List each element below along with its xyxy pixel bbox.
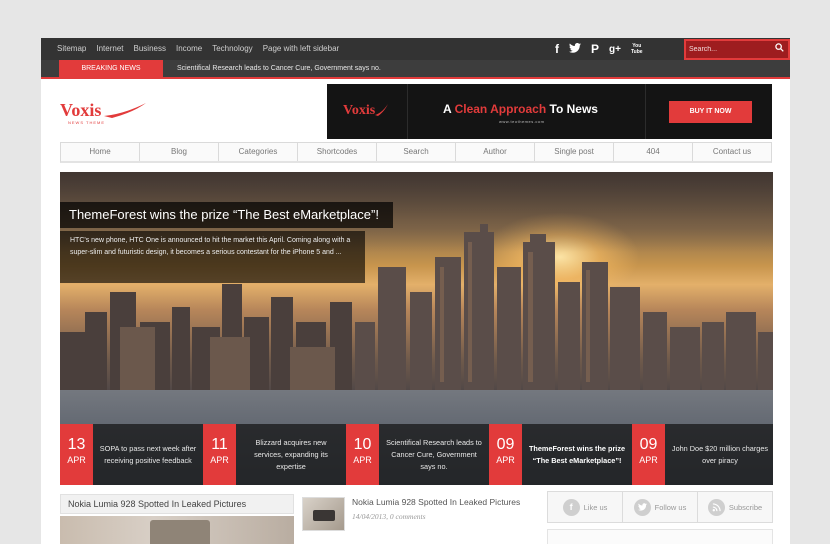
date-month: APR [210,455,229,465]
like-us-label: Like us [583,502,608,512]
strip-item-title[interactable]: SOPA to pass next week after receiving p… [98,424,198,485]
top-nav: Sitemap Internet Business Income Technol… [57,38,349,60]
social-links: f P g+ You Tube [555,38,653,60]
logo-text: Voxis [60,100,102,120]
date-badge: 09 APR [489,424,522,485]
date-day: 09 [496,436,515,453]
subscribe-button[interactable]: Subscribe [698,492,772,522]
search-icon[interactable] [775,43,784,54]
date-day: 11 [211,436,228,453]
top-bar: Sitemap Internet Business Income Technol… [41,38,790,60]
nav-author[interactable]: Author [456,143,535,161]
top-nav-internet[interactable]: Internet [96,38,123,60]
date-day: 13 [67,436,86,453]
ad-logo-swoosh-icon [375,104,388,116]
date-badge: 13 APR [60,424,93,485]
ad-logo: Voxis [343,103,376,118]
ad-divider-2 [645,84,646,139]
follow-us-button[interactable]: Follow us [623,492,698,522]
strip-item-title[interactable]: Scientifical Research leads to Cancer Cu… [384,424,484,485]
sidebar-widget [547,529,773,544]
strip-item-title[interactable]: John Doe $20 million charges over piracy [670,424,770,485]
nav-home[interactable]: Home [61,143,140,161]
youtube-icon[interactable]: You Tube [631,43,643,55]
ad-banner[interactable]: Voxis A Clean Approach To News www.teoth… [327,84,772,139]
twitter-icon [633,498,651,516]
like-us-button[interactable]: f Like us [548,492,623,522]
nav-404[interactable]: 404 [614,143,693,161]
date-month: APR [496,455,515,465]
ad-headline-news: To News [549,102,598,116]
ad-headline-clean: Clean Approach [454,102,547,116]
date-month: APR [67,455,86,465]
strip-item[interactable]: 11 APR Blizzard acquires new services, e… [203,424,346,485]
pinterest-icon[interactable]: P [591,42,599,56]
date-month: APR [353,455,372,465]
top-nav-technology[interactable]: Technology [212,38,252,60]
breaking-news-bar: BREAKING NEWS Scientifical Research lead… [41,60,790,79]
post-meta: 14/04/2013, 0 comments [352,512,426,521]
strip-item[interactable]: 10 APR Scientifical Research leads to Ca… [346,424,489,485]
featured-post: Nokia Lumia 928 Spotted In Leaked Pictur… [60,494,294,544]
camera-image [313,510,335,521]
logo-subtitle: NEWS THEME [68,120,106,125]
top-nav-sitemap[interactable]: Sitemap [57,38,86,60]
date-day: 09 [639,436,658,453]
date-badge: 09 APR [632,424,665,485]
strip-item-active[interactable]: 09 APR ThemeForest wins the prize “The B… [489,424,632,485]
nav-single-post[interactable]: Single post [535,143,614,161]
strip-item[interactable]: 09 APR John Doe $20 million charges over… [632,424,773,485]
breaking-news-label: BREAKING NEWS [59,60,163,77]
featured-post-image-object [150,520,210,544]
buy-it-now-button[interactable]: BUY IT NOW [669,101,752,123]
twitter-icon[interactable] [569,42,581,56]
featured-post-image[interactable] [60,516,294,544]
logo-swoosh-icon [104,103,146,118]
breaking-news-text[interactable]: Scientifical Research leads to Cancer Cu… [177,60,381,77]
strip-item-title[interactable]: ThemeForest wins the prize “The Best eMa… [527,424,627,485]
search-input[interactable] [689,43,767,56]
ad-divider [407,84,408,139]
site-logo[interactable]: Voxis NEWS THEME [60,100,146,128]
date-badge: 11 APR [203,424,236,485]
search-box [684,39,790,60]
ad-headline: A Clean Approach To News [443,102,598,116]
subscribe-label: Subscribe [728,502,763,512]
facebook-icon: f [562,498,580,516]
date-day: 10 [353,436,372,453]
date-badge: 10 APR [346,424,379,485]
youtube-icon-text-2: Tube [630,49,643,55]
post-thumbnail[interactable] [302,497,345,531]
nav-blog[interactable]: Blog [140,143,219,161]
rss-icon [707,498,725,516]
main-nav: Home Blog Categories Shortcodes Search A… [60,142,772,163]
news-strip: 13 APR SOPA to pass next week after rece… [60,424,773,485]
facebook-icon[interactable]: f [555,42,559,56]
ad-url: www.teothemes.com [499,119,545,124]
nav-categories[interactable]: Categories [219,143,298,161]
strip-item-title[interactable]: Blizzard acquires new services, expandin… [241,424,341,485]
post-list-item: Nokia Lumia 928 Spotted In Leaked Pictur… [302,497,542,544]
nav-search[interactable]: Search [377,143,456,161]
hero-title[interactable]: ThemeForest wins the prize “The Best eMa… [60,202,393,228]
google-plus-icon[interactable]: g+ [609,44,621,55]
top-nav-income[interactable]: Income [176,38,202,60]
page: Sitemap Internet Business Income Technol… [41,38,790,544]
date-month: APR [639,455,658,465]
social-counters: f Like us Follow us Subscribe [547,491,773,523]
featured-post-title[interactable]: Nokia Lumia 928 Spotted In Leaked Pictur… [60,494,294,514]
nav-contact-us[interactable]: Contact us [693,143,771,161]
ad-headline-a: A [443,102,452,116]
follow-us-label: Follow us [654,502,687,512]
top-nav-left-sidebar[interactable]: Page with left sidebar [263,38,340,60]
nav-shortcodes[interactable]: Shortcodes [298,143,377,161]
post-title[interactable]: Nokia Lumia 928 Spotted In Leaked Pictur… [352,497,520,508]
hero-description: HTC's new phone, HTC One is announced to… [60,231,365,283]
top-nav-business[interactable]: Business [134,38,166,60]
strip-item[interactable]: 13 APR SOPA to pass next week after rece… [60,424,203,485]
